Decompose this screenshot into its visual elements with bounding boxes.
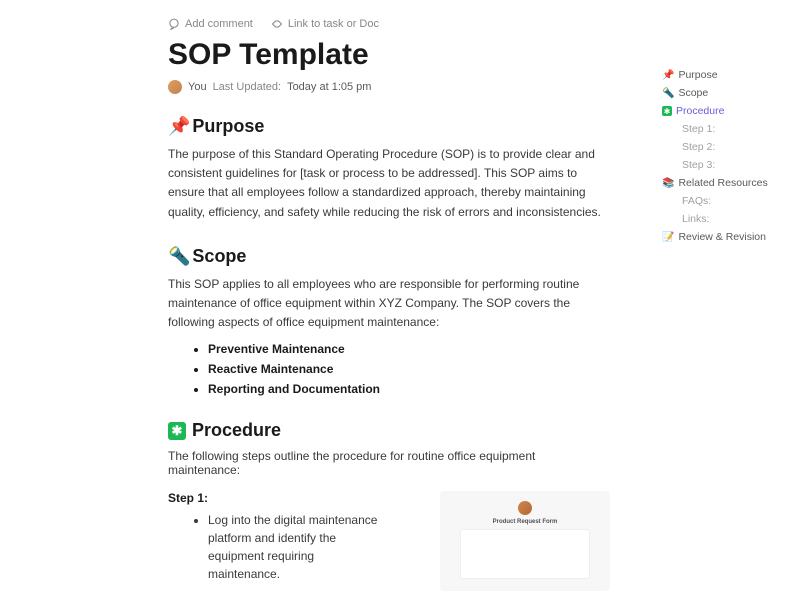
procedure-body: The following steps outline the procedur… — [168, 449, 610, 477]
outline-item-purpose[interactable]: 📌 Purpose — [662, 66, 792, 84]
link-task-label: Link to task or Doc — [288, 18, 379, 30]
asterisk-icon: ✱ — [168, 422, 186, 440]
pin-icon: 📌 — [662, 70, 674, 81]
meta-bar: You Last Updated: Today at 1:05 pm — [168, 80, 610, 94]
asterisk-icon: ✱ — [662, 106, 672, 116]
outline-item-step1[interactable]: Step 1: — [662, 120, 792, 138]
updated-label: Last Updated: — [213, 81, 282, 93]
step-image-placeholder: Product Request Form — [440, 491, 610, 591]
list-item: Reactive Maintenance — [208, 362, 610, 376]
list-item: Log into the digital maintenance platfor… — [208, 511, 378, 583]
comment-icon — [168, 18, 180, 30]
outline-item-scope[interactable]: 🔦 Scope — [662, 84, 792, 102]
outline-item-review[interactable]: 📝 Review & Revision — [662, 228, 792, 246]
add-comment-button[interactable]: Add comment — [168, 18, 253, 30]
form-box — [460, 529, 590, 579]
list-item: Preventive Maintenance — [208, 342, 610, 356]
memo-icon: 📝 — [662, 232, 674, 243]
scope-section: 🔦 Scope This SOP applies to all employee… — [168, 246, 610, 397]
scope-bullets: Preventive Maintenance Reactive Maintena… — [168, 342, 610, 396]
avatar[interactable] — [168, 80, 182, 94]
toolbar: Add comment Link to task or Doc — [168, 18, 610, 30]
step-label: Step 1: — [168, 491, 420, 505]
outline-item-resources[interactable]: 📚 Related Resources — [662, 174, 792, 192]
purpose-section: 📌 Purpose The purpose of this Standard O… — [168, 116, 610, 222]
procedure-section: ✱ Procedure The following steps outline … — [168, 420, 610, 591]
step-text: Step 1: Log into the digital maintenance… — [168, 491, 420, 591]
pin-icon: 📌 — [168, 116, 190, 137]
flashlight-icon: 🔦 — [168, 246, 190, 267]
list-item: Reporting and Documentation — [208, 382, 610, 396]
updated-time: Today at 1:05 pm — [287, 81, 371, 93]
books-icon: 📚 — [662, 178, 674, 189]
purpose-body: The purpose of this Standard Operating P… — [168, 145, 610, 222]
step-list: Log into the digital maintenance platfor… — [168, 511, 378, 583]
add-comment-label: Add comment — [185, 18, 253, 30]
step-row: Step 1: Log into the digital maintenance… — [168, 491, 610, 591]
form-title: Product Request Form — [493, 519, 558, 525]
link-task-button[interactable]: Link to task or Doc — [271, 18, 379, 30]
outline-item-procedure[interactable]: ✱ Procedure — [662, 102, 792, 120]
link-icon — [271, 18, 283, 30]
procedure-heading: ✱ Procedure — [168, 420, 610, 441]
scope-heading: 🔦 Scope — [168, 246, 610, 267]
outline-item-faqs[interactable]: FAQs: — [662, 192, 792, 210]
outline-sidebar: 📌 Purpose 🔦 Scope ✱ Procedure Step 1: St… — [662, 66, 792, 246]
page-title: SOP Template — [168, 38, 610, 72]
outline-item-step2[interactable]: Step 2: — [662, 138, 792, 156]
flashlight-icon: 🔦 — [662, 88, 674, 99]
scope-body: This SOP applies to all employees who ar… — [168, 275, 610, 333]
author-name: You — [188, 81, 207, 93]
outline-item-step3[interactable]: Step 3: — [662, 156, 792, 174]
outline-item-links[interactable]: Links: — [662, 210, 792, 228]
purpose-heading: 📌 Purpose — [168, 116, 610, 137]
form-avatar-icon — [518, 501, 532, 515]
